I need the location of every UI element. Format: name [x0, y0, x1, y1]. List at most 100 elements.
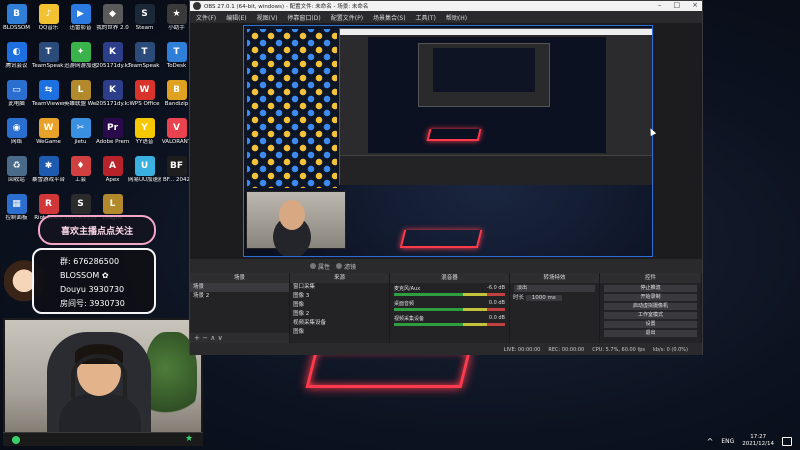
scene-item[interactable]: 场景 2 [190, 292, 289, 301]
filters-label: 滤镜 [344, 263, 357, 271]
desktop-icon[interactable]: K205171dy.kx - 快捷方式 [96, 78, 129, 118]
rec-time: REC: 00:00:00 [548, 346, 585, 353]
desktop-icon[interactable]: ◉ 网络 [0, 116, 33, 156]
menu-bar: 文件(F) 编辑(E) 视图(V) 停靠窗口(D) 配置文件(P) 场景集合(S… [190, 11, 702, 23]
obs-window[interactable]: OBS 27.0.1 (64-bit, windows) - 配置文件: 未命名… [189, 0, 703, 355]
desktop-icon[interactable]: A Apex [96, 154, 129, 194]
desktop-icon[interactable]: ▶ 迅雷影音 [64, 2, 97, 42]
menu-tools[interactable]: 工具(T) [416, 13, 436, 22]
desktop-icon[interactable]: B BLOSSOM [0, 2, 33, 42]
desktop-icon[interactable]: W WPS Office [128, 78, 161, 118]
desktop-icon[interactable]: L英雄联盟 WeGame版 [64, 78, 97, 118]
filters-button[interactable]: 滤镜 [336, 262, 356, 271]
scene-item[interactable]: 场景 [190, 283, 289, 292]
virtual-camera-button[interactable]: 启动虚拟摄像机 [604, 303, 697, 310]
sources-header: 来源 [290, 273, 389, 283]
source-item[interactable]: 视频采集设备 [290, 319, 389, 328]
menu-profile[interactable]: 配置文件(P) [331, 13, 363, 22]
follow-banner: 喜欢主播点点关注 [38, 215, 156, 245]
app-icon: V [166, 118, 187, 138]
desktop-icon[interactable]: ♦ 工会 [64, 154, 97, 194]
desktop-icon[interactable]: TTeamSpeak 3 [128, 40, 161, 80]
preview-area[interactable] [190, 23, 702, 259]
desktop-icon[interactable]: ♻ 回收站 [0, 154, 33, 194]
menu-edit[interactable]: 编辑(E) [226, 13, 246, 22]
desktop-icon[interactable]: S Steam [128, 2, 161, 42]
down-icon[interactable]: ∨ [218, 334, 223, 342]
desktop-icon-label: 暴雪游戏平台 [32, 177, 65, 183]
duration-input[interactable]: 1000 ms [525, 295, 562, 301]
info-line: BLOSSOM ✿ [60, 271, 109, 280]
app-icon: ♦ [70, 156, 91, 176]
desktop-icon[interactable]: ◆ 我的世界 2.0 [96, 2, 129, 42]
controls-header: 控件 [600, 273, 701, 283]
transitions-dock: 转场特效 淡出 时长 1000 ms [510, 273, 600, 343]
source-item[interactable]: 图像 [290, 301, 389, 310]
streamer [59, 344, 141, 440]
chevron-up-icon[interactable]: ^ [707, 437, 714, 446]
desktop-icon[interactable]: ♪ QQ音乐 [32, 2, 65, 42]
app-icon: ♻ [6, 156, 27, 176]
preview-canvas[interactable] [243, 25, 653, 257]
desktop-icon[interactable]: Y YY语音 [128, 116, 161, 156]
menu-view[interactable]: 视图(V) [257, 13, 278, 22]
desktop-icon[interactable]: ✦迅游网游加速器 [64, 40, 97, 80]
app-icon: ⇆ [38, 80, 59, 100]
source-item[interactable]: 图像 2 [290, 310, 389, 319]
desktop-icon[interactable]: ⇆ TeamViewer [32, 78, 65, 118]
desktop-icon[interactable]: PrAdobe Premiere ... [96, 116, 129, 156]
desktop-icon[interactable]: ▦ 控制面板 [0, 192, 33, 232]
stop-streaming-button[interactable]: 停止推流 [604, 285, 697, 292]
start-recording-button[interactable]: 开始录制 [604, 294, 697, 301]
menu-docks[interactable]: 停靠窗口(D) [287, 13, 320, 22]
desktop-icon[interactable]: U 网易UU加速器 [128, 154, 161, 194]
scenes-dock: 场景 场景 场景 2 + − ∧ ∨ [190, 273, 290, 343]
minimize-icon[interactable]: – [658, 1, 662, 9]
clock[interactable]: 17:27 2021/12/14 [742, 434, 774, 448]
desktop-icon[interactable]: W WeGame [32, 116, 65, 156]
desktop-icon-label: 英雄联盟 WeGame版 [64, 101, 97, 107]
desktop-icon[interactable]: ▭ 此电脑 [0, 78, 33, 118]
desktop-icon-label: BLOSSOM [2, 25, 31, 31]
app-icon: W [134, 80, 155, 100]
app-icon: ◉ [6, 118, 27, 138]
desktop-icon[interactable]: ◐ 腾讯会议 [0, 40, 33, 80]
mixer-channel[interactable]: 麦克风/Aux -6.0 dB [390, 283, 509, 298]
settings-button[interactable]: 设置 [604, 321, 697, 328]
mixer-channel[interactable]: 视频采集设备 0.0 dB [390, 313, 509, 328]
menu-scene-collection[interactable]: 场景集合(S) [373, 13, 406, 22]
properties-button[interactable]: 属性 [310, 262, 330, 271]
close-icon[interactable]: × [692, 1, 698, 9]
scenes-header: 场景 [190, 273, 289, 283]
maximize-icon[interactable]: □ [674, 1, 681, 9]
mixer-channel[interactable]: 桌面音频 0.0 dB [390, 298, 509, 313]
app-icon: B [166, 80, 187, 100]
studio-mode-button[interactable]: 工作室模式 [604, 312, 697, 319]
desktop-icon-label: QQ音乐 [38, 25, 59, 31]
app-icon: ▭ [6, 80, 27, 100]
app-icon: ★ [166, 4, 187, 24]
desktop-icon[interactable]: TTeamSpeak 3 Client [32, 40, 65, 80]
obs-logo-icon [193, 2, 201, 10]
app-icon: BF [166, 156, 187, 176]
add-icon[interactable]: + [194, 334, 200, 342]
remove-icon[interactable]: − [202, 334, 208, 342]
recursive-neon [399, 230, 483, 248]
desktop-icon[interactable]: ✂ jietu [64, 116, 97, 156]
source-item[interactable]: 图像 3 [290, 292, 389, 301]
notification-icon[interactable] [782, 436, 792, 446]
source-item[interactable]: 窗口采集 [290, 283, 389, 292]
menu-help[interactable]: 帮助(H) [446, 13, 467, 22]
app-icon: T [166, 42, 187, 62]
scenes-toolbar: + − ∧ ∨ [190, 333, 289, 343]
source-item[interactable]: 图像 [290, 328, 389, 337]
menu-file[interactable]: 文件(F) [196, 13, 216, 22]
transition-select[interactable]: 淡出 [514, 285, 595, 292]
input-language[interactable]: ENG [721, 438, 734, 445]
exit-button[interactable]: 退出 [604, 330, 697, 337]
up-icon[interactable]: ∧ [210, 334, 215, 342]
obs-titlebar[interactable]: OBS 27.0.1 (64-bit, windows) - 配置文件: 未命名… [190, 1, 702, 11]
desktop-icon[interactable]: ✱ 暴雪游戏平台 [32, 154, 65, 194]
desktop-icon[interactable]: K 205171dy.kx [96, 40, 129, 80]
volume-meter [394, 293, 505, 296]
